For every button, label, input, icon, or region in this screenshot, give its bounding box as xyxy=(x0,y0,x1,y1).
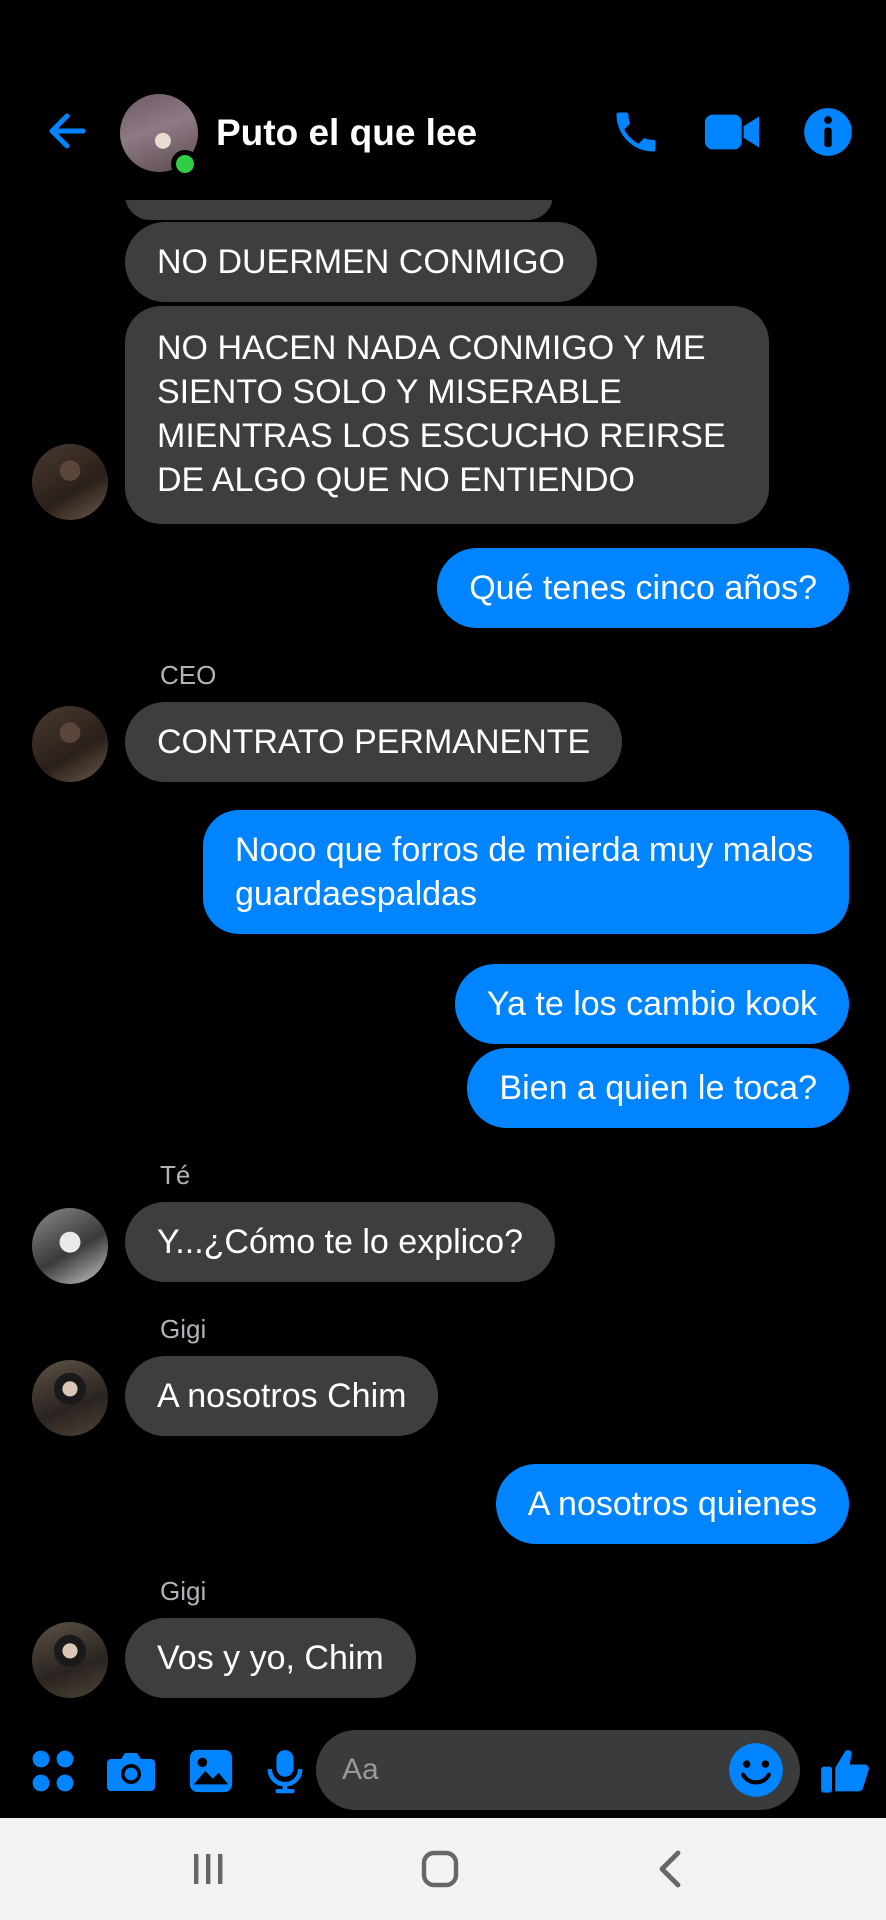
online-status-dot xyxy=(171,150,199,178)
recent-apps-button[interactable] xyxy=(178,1844,238,1894)
message-composer xyxy=(0,1722,886,1818)
voice-message-button[interactable] xyxy=(256,1742,314,1800)
camera-icon xyxy=(107,1753,155,1791)
gallery-icon xyxy=(189,1749,233,1793)
thumbs-up-icon xyxy=(821,1749,869,1793)
message-bubble-sent[interactable]: Bien a quien le toca? xyxy=(467,1048,849,1128)
back-icon xyxy=(659,1850,681,1888)
sender-name: CEO xyxy=(160,660,217,690)
contact-avatar[interactable] xyxy=(32,1360,108,1436)
message-list[interactable]: NO DUERMEN CONMIGO NO HACEN NADA CONMIGO… xyxy=(0,0,886,1720)
sender-name: Gigi xyxy=(160,1576,207,1606)
message-input[interactable] xyxy=(342,1730,722,1810)
camera-button[interactable] xyxy=(102,1742,160,1800)
contact-avatar[interactable] xyxy=(32,1208,108,1284)
home-button[interactable] xyxy=(410,1844,470,1894)
apps-button[interactable] xyxy=(24,1742,82,1800)
message-bubble-sent[interactable]: Nooo que forros de mierda muy malos guar… xyxy=(203,810,849,934)
message-bubble[interactable]: NO HACEN NADA CONMIGO Y ME SIENTO SOLO Y… xyxy=(125,306,769,524)
chat-header: Puto el que lee xyxy=(0,0,886,200)
system-navigation-bar xyxy=(0,1818,886,1920)
system-back-button[interactable] xyxy=(640,1844,700,1894)
sender-name: Té xyxy=(160,1160,191,1190)
info-icon xyxy=(804,108,852,156)
phone-icon xyxy=(616,112,656,152)
microphone-icon xyxy=(267,1750,303,1794)
back-button[interactable] xyxy=(40,104,94,158)
video-call-button[interactable] xyxy=(700,104,764,160)
contact-avatar[interactable] xyxy=(32,706,108,782)
message-bubble[interactable]: CONTRATO PERMANENTE xyxy=(125,702,623,782)
recent-apps-icon xyxy=(194,1854,223,1884)
home-icon xyxy=(421,1850,459,1888)
message-bubble[interactable]: A nosotros Chim xyxy=(125,1356,439,1436)
message-bubble-sent[interactable]: Qué tenes cinco años? xyxy=(437,548,849,628)
message-input-container[interactable] xyxy=(316,1730,800,1810)
conversation-title[interactable]: Puto el que lee xyxy=(216,112,477,154)
like-button[interactable] xyxy=(816,1742,874,1800)
message-bubble-sent[interactable]: Ya te los cambio kook xyxy=(454,964,849,1044)
contact-avatar[interactable] xyxy=(32,444,108,520)
video-camera-icon xyxy=(704,114,760,150)
message-bubble-sent[interactable]: A nosotros quienes xyxy=(495,1464,849,1544)
conversation-info-button[interactable] xyxy=(800,104,856,160)
emoji-icon[interactable] xyxy=(728,1742,784,1798)
voice-call-button[interactable] xyxy=(608,104,664,160)
back-arrow-icon xyxy=(49,113,86,149)
apps-icon xyxy=(32,1750,74,1792)
message-bubble[interactable]: Vos y yo, Chim xyxy=(125,1618,416,1698)
sender-name: Gigi xyxy=(160,1314,207,1344)
gallery-button[interactable] xyxy=(182,1742,240,1800)
contact-avatar[interactable] xyxy=(32,1622,108,1698)
message-bubble[interactable]: NO DUERMEN CONMIGO xyxy=(125,222,597,302)
message-bubble[interactable]: Y...¿Cómo te lo explico? xyxy=(125,1202,555,1282)
